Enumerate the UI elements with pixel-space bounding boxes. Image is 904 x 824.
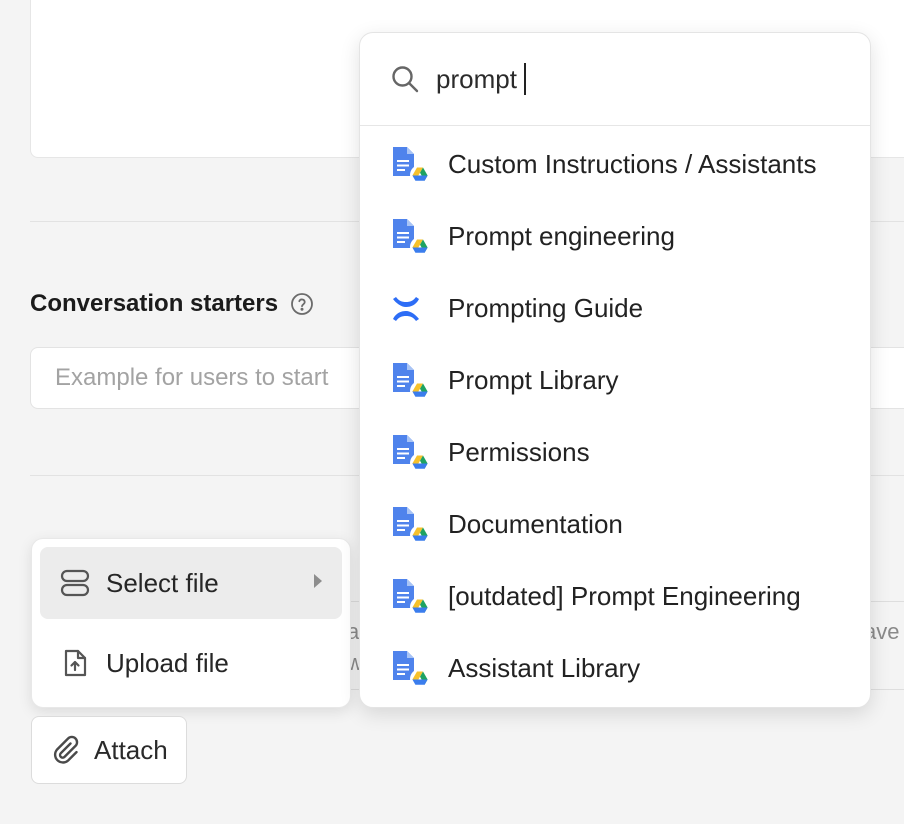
- search-result-item[interactable]: Documentation: [360, 489, 870, 561]
- google-drive-doc-icon: [390, 145, 434, 185]
- google-drive-doc-icon: [390, 577, 434, 617]
- search-result-item[interactable]: Prompting Guide: [360, 273, 870, 345]
- file-search-popover: Custom Instructions / Assistants Prompt …: [359, 32, 871, 708]
- google-drive-doc-icon: [390, 649, 434, 689]
- file-search-input[interactable]: [436, 57, 836, 101]
- conversation-starters-heading: Conversation starters: [30, 290, 314, 318]
- google-drive-doc-icon: [390, 505, 434, 545]
- search-result-label: Custom Instructions / Assistants: [448, 149, 817, 179]
- attach-menu: Select file Upload file: [31, 538, 351, 708]
- search-result-label: Documentation: [448, 509, 623, 539]
- attach-button[interactable]: Attach: [31, 716, 187, 784]
- search-result-item[interactable]: Prompt Library: [360, 345, 870, 417]
- google-drive-doc-icon: [390, 361, 434, 401]
- chevron-right-icon: [314, 574, 322, 588]
- search-result-item[interactable]: Permissions: [360, 417, 870, 489]
- search-result-label: [outdated] Prompt Engineering: [448, 581, 801, 611]
- conversation-starters-title: Conversation starters: [30, 290, 279, 317]
- upload-file-label: Upload file: [106, 647, 229, 678]
- search-icon: [390, 64, 420, 94]
- stack-icon: [60, 568, 90, 598]
- search-result-item[interactable]: [outdated] Prompt Engineering: [360, 561, 870, 633]
- search-result-label: Prompt engineering: [448, 221, 675, 251]
- google-drive-doc-icon: [390, 433, 434, 473]
- search-row: [360, 33, 870, 126]
- confluence-icon: [390, 289, 434, 329]
- search-result-label: Prompting Guide: [448, 293, 644, 323]
- google-drive-doc-icon: [390, 217, 434, 257]
- select-file-label: Select file: [106, 567, 219, 598]
- select-file-menu-item[interactable]: Select file: [40, 547, 342, 619]
- search-result-item[interactable]: Prompt engineering: [360, 201, 870, 273]
- help-circle-icon[interactable]: [290, 292, 314, 316]
- upload-file-menu-item[interactable]: Upload file: [40, 627, 342, 699]
- file-upload-icon: [60, 648, 90, 678]
- search-result-item[interactable]: Custom Instructions / Assistants: [360, 129, 870, 201]
- search-result-label: Prompt Library: [448, 365, 619, 395]
- paperclip-icon: [50, 734, 82, 766]
- search-result-label: Permissions: [448, 437, 590, 467]
- search-result-label: Assistant Library: [448, 653, 641, 683]
- search-result-item[interactable]: Assistant Library: [360, 633, 870, 705]
- text-caret: [524, 63, 526, 95]
- attach-label: Attach: [94, 734, 168, 765]
